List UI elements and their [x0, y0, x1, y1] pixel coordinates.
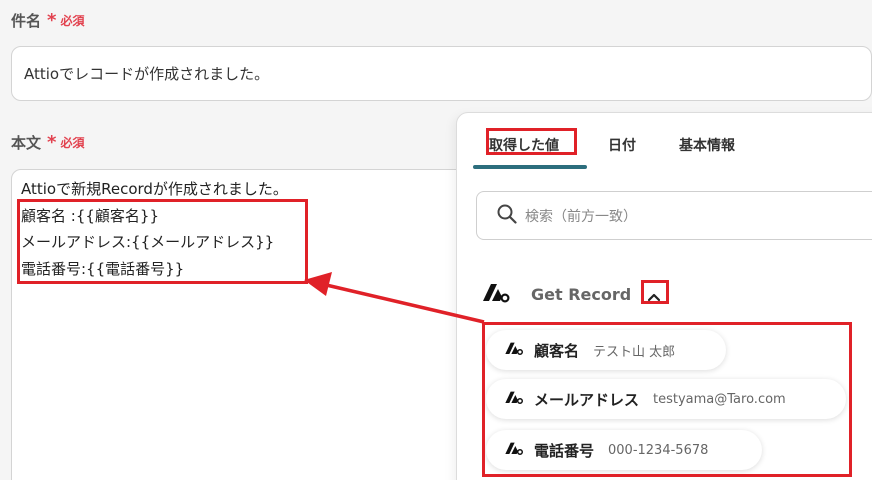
- annotation-box-value-list: [482, 322, 852, 477]
- active-tab-indicator: [473, 165, 587, 169]
- annotation-box-active-tab: [486, 128, 577, 155]
- body-label-text: 本文: [11, 134, 42, 152]
- required-mark: *: [47, 10, 57, 31]
- subject-input[interactable]: Attioでレコードが作成されました。: [11, 46, 872, 101]
- required-text: 必須: [60, 136, 85, 150]
- subject-label-text: 件名: [11, 12, 42, 30]
- annotation-box-chevron: [641, 280, 669, 304]
- search-icon: [497, 204, 517, 228]
- body-label: 本文 * 必須: [11, 132, 84, 153]
- required-text: 必須: [60, 14, 85, 28]
- attio-logo-icon: [481, 281, 511, 307]
- tab-date[interactable]: 日付: [608, 135, 636, 155]
- group-title: Get Record: [531, 284, 632, 304]
- subject-value: Attioでレコードが作成されました。: [24, 65, 270, 83]
- tab-basic-info[interactable]: 基本情報: [679, 135, 735, 155]
- required-mark: *: [47, 132, 57, 153]
- search-input[interactable]: 検索（前方一致）: [476, 191, 872, 240]
- search-placeholder: 検索（前方一致）: [525, 208, 637, 225]
- subject-label: 件名 * 必須: [11, 10, 84, 31]
- body-line: Attioで新規Recordが作成されました。: [21, 180, 288, 198]
- annotation-box-body-variables: [17, 199, 308, 284]
- get-record-group-header[interactable]: Get Record: [481, 281, 631, 307]
